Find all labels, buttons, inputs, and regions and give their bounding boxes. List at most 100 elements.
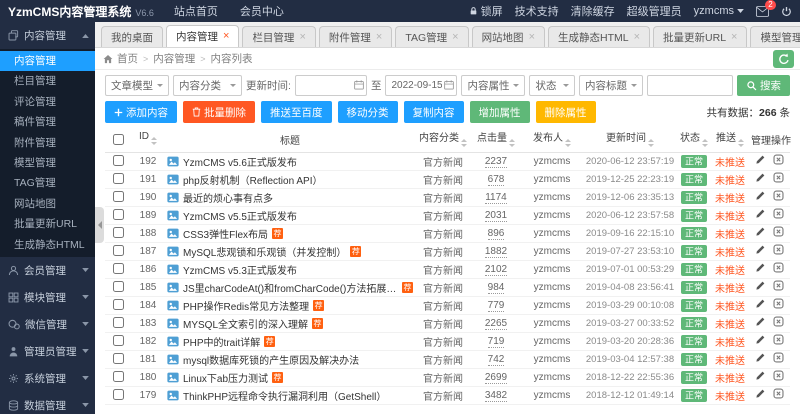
row-checkbox[interactable] [112,227,124,239]
content-title-link[interactable]: YzmCMS v5.5正式版发布 [183,208,297,223]
date-from-input[interactable] [294,75,367,96]
sort-icon[interactable] [461,136,467,150]
tab-TAG管理[interactable]: TAG管理 × [395,26,469,47]
content-title-link[interactable]: php反射机制（Reflection API） [183,172,323,187]
row-clicks[interactable]: 896 [487,227,505,240]
sort-icon[interactable] [151,134,157,148]
sidebar-item-网站地图[interactable]: 网站地图 [0,194,95,214]
delete-icon[interactable] [773,172,784,183]
row-clicks[interactable]: 2237 [484,155,508,168]
edit-icon[interactable] [755,388,766,399]
refresh-button[interactable] [773,49,794,68]
content-title-link[interactable]: CSS3弹性Flex布局 [183,226,268,241]
tab-我的桌面[interactable]: 我的桌面 [101,26,163,47]
close-tab-icon[interactable]: × [223,31,229,42]
delete-icon[interactable] [773,388,784,399]
close-tab-icon[interactable]: × [299,31,305,43]
sidebar-item-批量更新URL[interactable]: 批量更新URL [0,214,95,234]
tab-栏目管理[interactable]: 栏目管理 × [242,26,316,47]
row-clicks[interactable]: 2699 [484,371,508,384]
content-title-link[interactable]: YzmCMS v5.3正式版发布 [183,262,297,277]
tab-批量更新URL[interactable]: 批量更新URL × [653,26,748,47]
delete-icon[interactable] [773,154,784,165]
sidebar-group-数据管理[interactable]: 数据管理 [0,392,95,414]
nav-link-member-center[interactable]: 会员中心 [240,3,284,19]
push-status[interactable]: 未推送 [715,212,745,223]
messages-button[interactable]: 2 [756,0,776,17]
delete-attribute-button[interactable]: 删除属性 [535,101,596,123]
status-select[interactable]: 状态 [529,75,575,96]
close-tab-icon[interactable]: × [452,31,458,43]
sidebar-group-内容管理[interactable]: 内容管理 [0,22,95,49]
user-menu[interactable]: yzmcms [694,5,744,17]
logout-button[interactable] [781,6,792,17]
push-status[interactable]: 未推送 [715,230,745,241]
batch-delete-button[interactable]: 批量删除 [183,101,255,123]
edit-icon[interactable] [755,298,766,309]
delete-icon[interactable] [773,370,784,381]
tab-生成静态HTML[interactable]: 生成静态HTML × [548,26,651,47]
close-tab-icon[interactable]: × [376,31,382,43]
model-select[interactable]: 文章模型 [105,75,169,96]
search-field-select[interactable]: 内容标题 [579,75,643,96]
delete-icon[interactable] [773,352,784,363]
date-to-input[interactable] [385,75,458,96]
delete-icon[interactable] [773,190,784,201]
sidebar-group-管理员管理[interactable]: 管理员管理 [0,338,95,365]
tab-模型管理[interactable]: 模型管理× [750,26,800,47]
content-title-link[interactable]: JS里charCodeAt()和fromCharCode()方法拓展应用：加密与… [183,280,398,295]
category-select[interactable]: 内容分类 [173,75,243,96]
attribute-select[interactable]: 内容属性 [461,75,526,96]
lock-screen-button[interactable]: 锁屏 [469,3,503,19]
sidebar-group-微信管理[interactable]: 微信管理 [0,311,95,338]
edit-icon[interactable] [755,334,766,345]
row-clicks[interactable]: 2265 [484,317,508,330]
row-checkbox[interactable] [112,389,124,401]
sort-icon[interactable] [509,136,515,150]
row-checkbox[interactable] [112,299,124,311]
sidebar-item-生成静态HTML[interactable]: 生成静态HTML [0,235,95,255]
row-clicks[interactable]: 779 [487,299,505,312]
edit-icon[interactable] [755,352,766,363]
move-category-button[interactable]: 移动分类 [337,101,398,123]
delete-icon[interactable] [773,298,784,309]
sort-icon[interactable] [702,136,708,150]
row-checkbox[interactable] [112,371,124,383]
edit-icon[interactable] [755,316,766,327]
nav-link-site-home[interactable]: 站点首页 [174,3,218,19]
tab-附件管理[interactable]: 附件管理 × [318,26,393,47]
keyword-input[interactable] [647,75,733,96]
row-checkbox[interactable] [112,317,124,329]
sidebar-group-会员管理[interactable]: 会员管理 [0,257,95,284]
row-checkbox[interactable] [112,173,124,185]
delete-icon[interactable] [773,226,784,237]
search-button[interactable]: 搜索 [737,75,790,96]
delete-icon[interactable] [773,244,784,255]
sidebar-item-内容管理[interactable]: 内容管理 [0,51,95,72]
row-clicks[interactable]: 984 [487,281,505,294]
content-title-link[interactable]: Linux下ab压力测试 [183,370,268,385]
tab-内容管理[interactable]: 内容管理 × [166,25,240,47]
delete-icon[interactable] [773,280,784,291]
sidebar-item-栏目管理[interactable]: 栏目管理 [0,71,95,91]
edit-icon[interactable] [755,262,766,273]
row-checkbox[interactable] [112,245,124,257]
sidebar-item-评论管理[interactable]: 评论管理 [0,92,95,112]
sidebar-item-稿件管理[interactable]: 稿件管理 [0,112,95,132]
close-tab-icon[interactable]: × [634,31,640,43]
edit-icon[interactable] [755,172,766,183]
row-clicks[interactable]: 678 [487,173,505,186]
edit-icon[interactable] [755,208,766,219]
row-checkbox[interactable] [112,281,124,293]
sidebar-group-系统管理[interactable]: 系统管理 [0,365,95,392]
row-clicks[interactable]: 2102 [484,263,508,276]
content-title-link[interactable]: PHP中的trait详解 [183,334,260,349]
sort-icon[interactable] [738,136,744,150]
push-status[interactable]: 未推送 [715,194,745,205]
row-checkbox[interactable] [112,335,124,347]
row-clicks[interactable]: 1174 [485,191,507,204]
sidebar-item-TAG管理[interactable]: TAG管理 [0,173,95,193]
edit-icon[interactable] [755,244,766,255]
row-clicks[interactable]: 719 [487,335,505,348]
delete-icon[interactable] [773,316,784,327]
